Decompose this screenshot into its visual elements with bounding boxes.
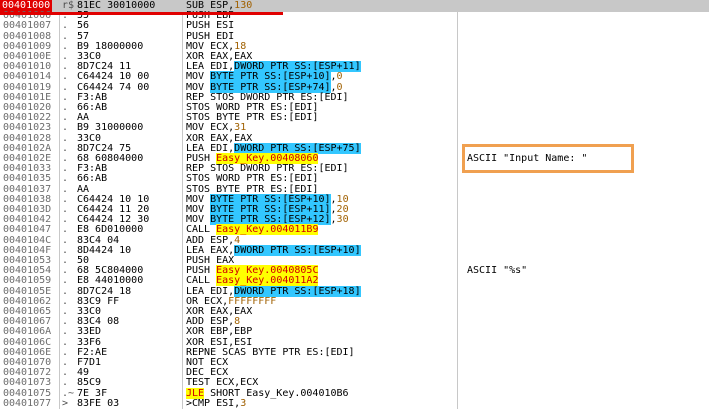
instruction-cell: >CMP ESI,3	[186, 398, 246, 409]
branch-marker: >	[62, 397, 69, 409]
address-cell: 00401077	[3, 397, 52, 409]
selection-underline	[0, 12, 283, 15]
instruction-mnemonic: >CMP ESI,	[186, 397, 241, 409]
immediate-operand: 3	[240, 397, 247, 409]
disassembly-window: 00401000 r$ 81EC 30010000 SUB ESP,130 004010…	[0, 0, 709, 409]
disasm-row[interactable]: 00401077 >83FE 03 >CMP ESI,3	[0, 398, 709, 409]
hex-bytes-cell: 83FE 03	[77, 397, 120, 409]
annotation-highlight-box	[462, 144, 634, 173]
